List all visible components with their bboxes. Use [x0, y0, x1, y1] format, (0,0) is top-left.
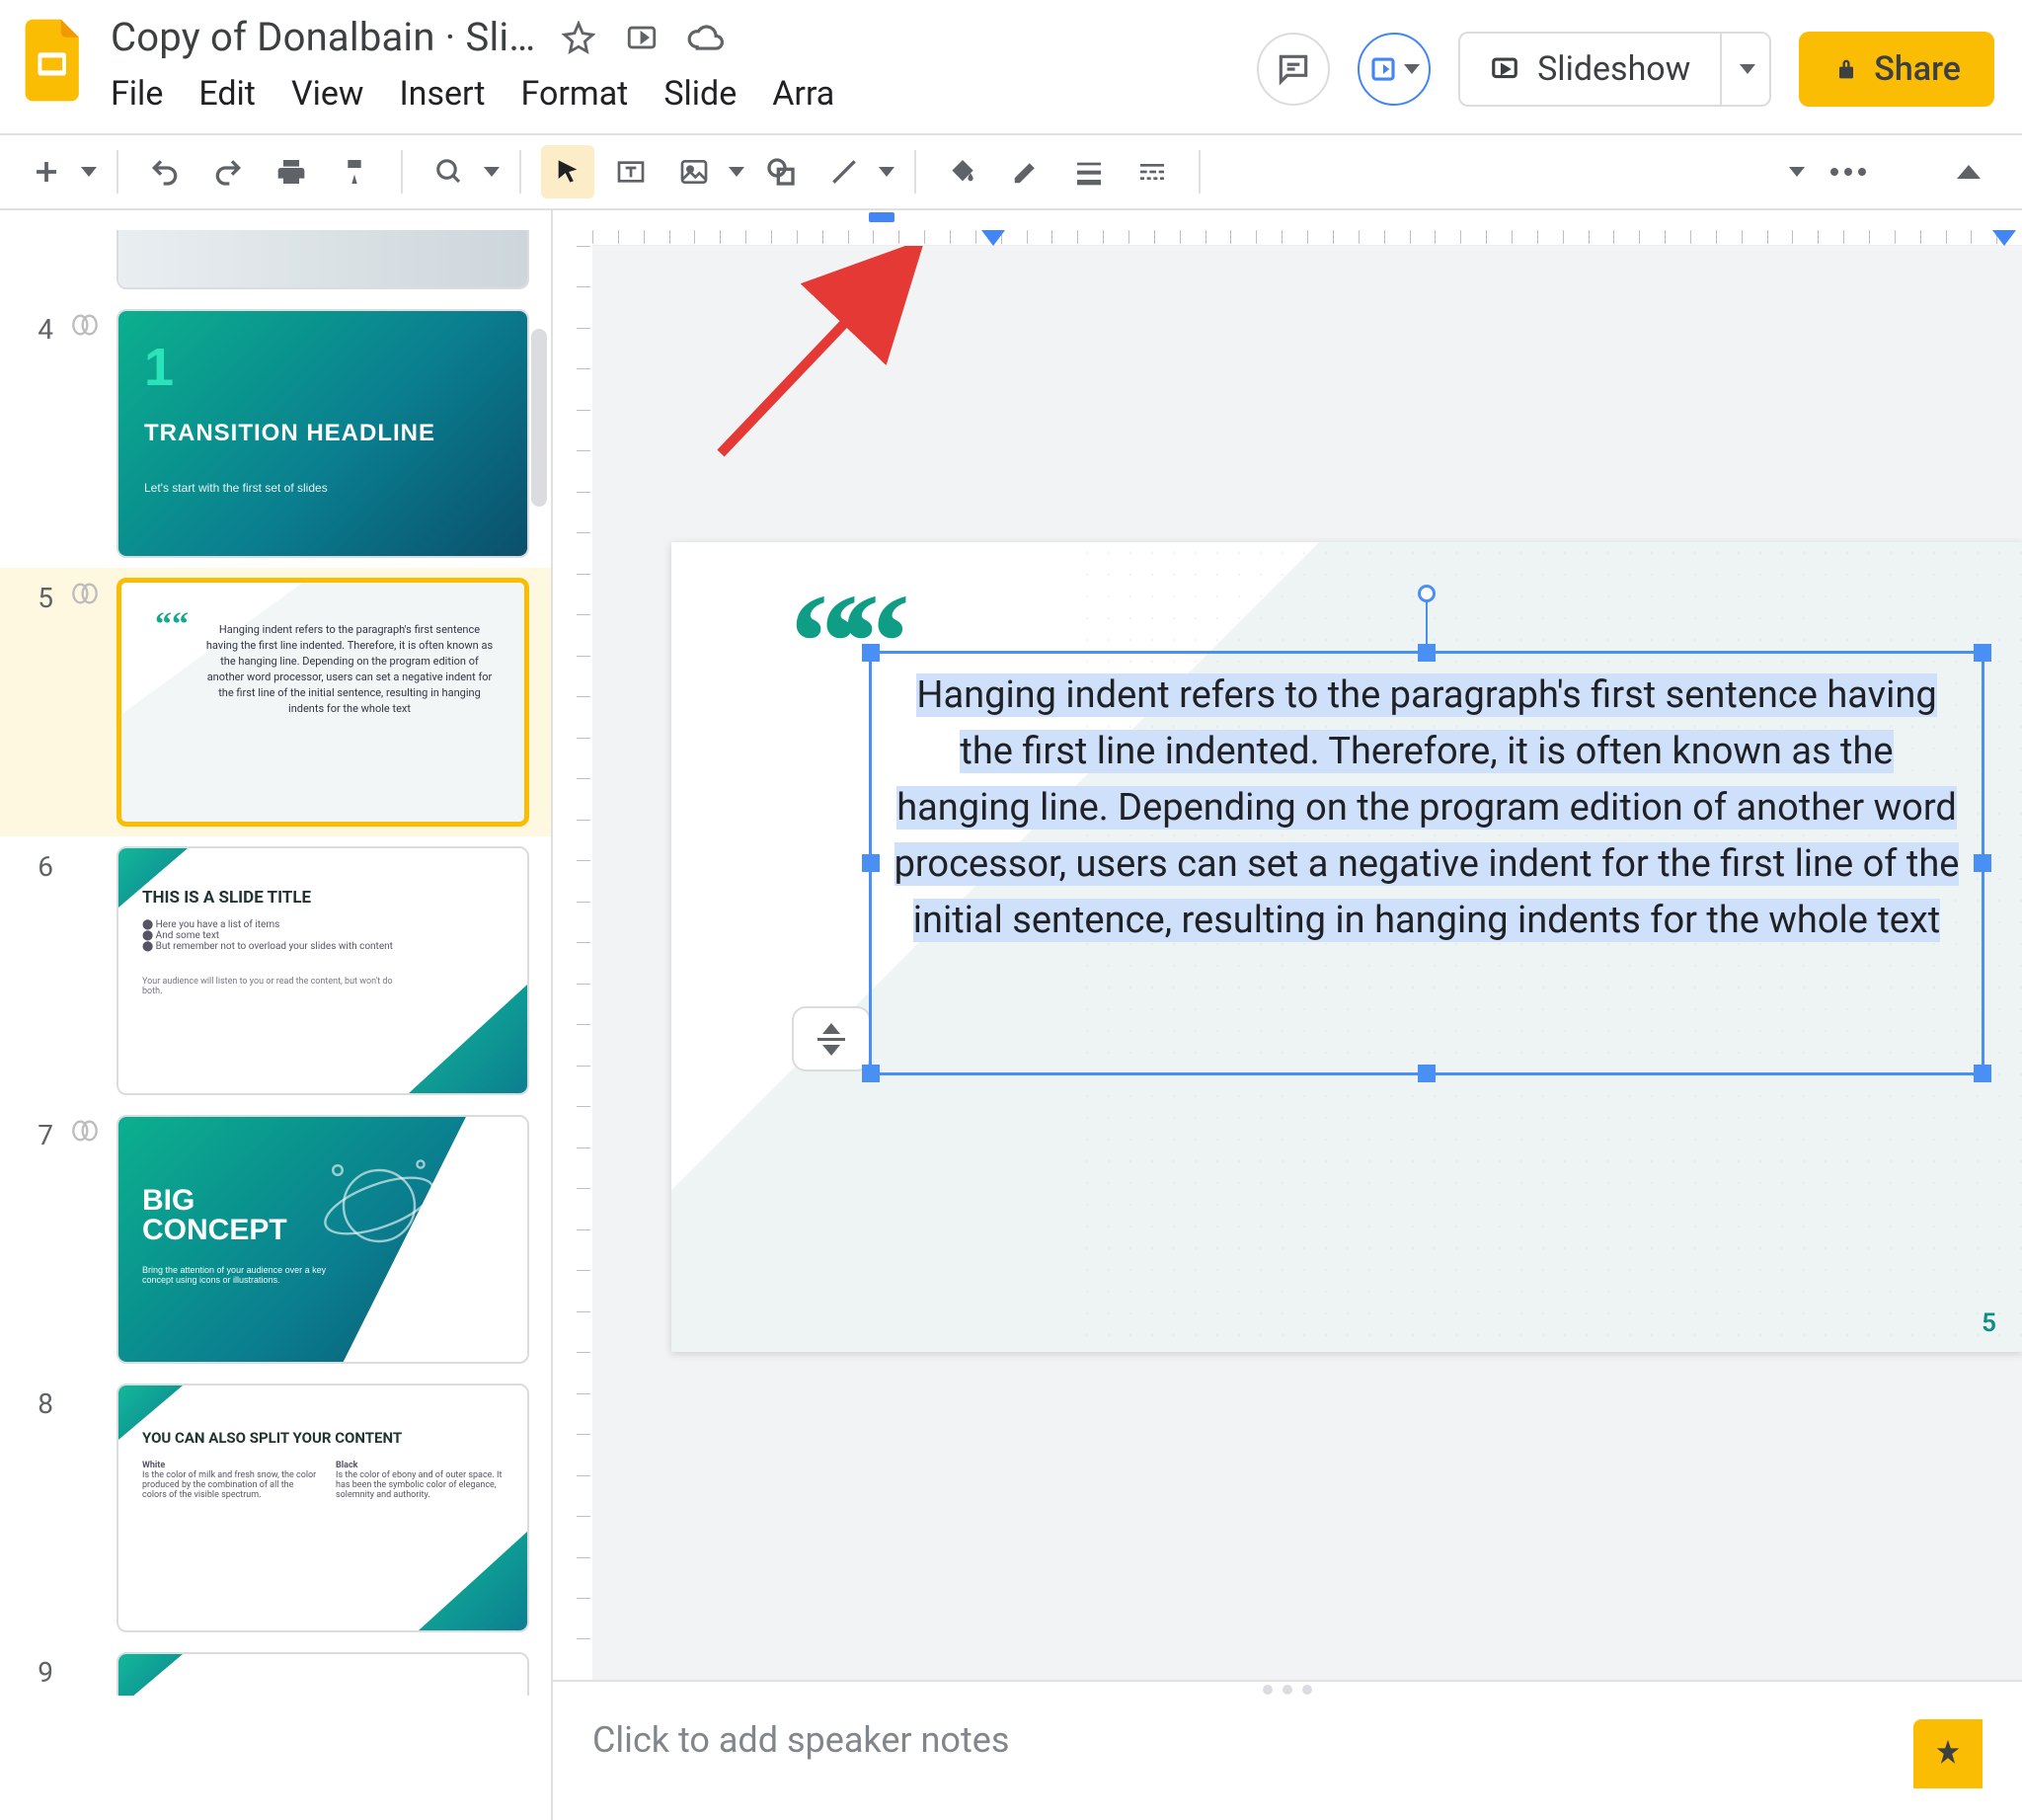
- menu-edit[interactable]: Edit: [198, 74, 256, 114]
- first-line-indent-marker[interactable]: [869, 212, 894, 222]
- rotate-handle[interactable]: [1418, 585, 1436, 602]
- right-indent-marker[interactable]: [1992, 226, 2016, 246]
- resize-handle[interactable]: [862, 644, 880, 662]
- slide-thumbnail-selected[interactable]: ““ Hanging indent refers to the paragrap…: [117, 578, 529, 827]
- menu-arrange[interactable]: Arra: [772, 74, 834, 114]
- line-tool[interactable]: [817, 145, 894, 198]
- image-tool[interactable]: [667, 145, 744, 198]
- zoom-button[interactable]: [423, 145, 500, 198]
- slide-page-number: 5: [1982, 1308, 1996, 1338]
- present-mode-button[interactable]: [1358, 33, 1431, 106]
- slide-thumbnail[interactable]: [117, 230, 529, 289]
- menubar: File Edit View Insert Format Slide Arra: [111, 74, 950, 114]
- share-label: Share: [1874, 49, 1961, 89]
- slides-app-icon[interactable]: [18, 14, 89, 107]
- thumb-number: 8: [22, 1384, 53, 1420]
- slideshow-button-group: Slideshow: [1458, 32, 1771, 107]
- resize-handle[interactable]: [1974, 644, 1991, 662]
- slideshow-dropdown[interactable]: [1720, 34, 1769, 105]
- horizontal-ruler[interactable]: [592, 210, 2022, 246]
- speaker-notes-placeholder[interactable]: Click to add speaker notes: [592, 1719, 1009, 1761]
- resize-handle[interactable]: [1418, 1065, 1436, 1082]
- menu-format[interactable]: Format: [521, 74, 629, 114]
- move-icon[interactable]: [622, 18, 661, 57]
- border-dash-button[interactable]: [1126, 145, 1179, 198]
- resize-handle[interactable]: [862, 1065, 880, 1082]
- menu-insert[interactable]: Insert: [399, 74, 485, 114]
- slideshow-label: Slideshow: [1537, 49, 1690, 89]
- toolbar-more-button[interactable]: [1830, 168, 1866, 176]
- shape-tool[interactable]: [754, 145, 808, 198]
- collapse-toolbar-button[interactable]: [1957, 165, 1981, 179]
- slide-thumbnail[interactable]: 1 TRANSITION HEADLINE Let's start with t…: [117, 309, 529, 558]
- speaker-notes[interactable]: Click to add speaker notes: [553, 1698, 2022, 1820]
- slide-thumbnail[interactable]: YOU CAN ALSO SPLIT YOUR CONTENT WhiteIs …: [117, 1384, 529, 1632]
- cloud-status-icon[interactable]: [685, 18, 725, 57]
- document-title[interactable]: Copy of Donalbain · Sli…: [111, 14, 535, 60]
- explore-button[interactable]: [1913, 1719, 1983, 1788]
- slide-thumbnail[interactable]: BIGCONCEPT Bring the attention of your a…: [117, 1115, 529, 1364]
- redo-button[interactable]: [201, 145, 255, 198]
- notes-resize-handle[interactable]: [553, 1680, 2022, 1698]
- resize-handle[interactable]: [862, 854, 880, 872]
- autofit-control[interactable]: [792, 1006, 871, 1071]
- thumb-number: 5: [22, 578, 53, 614]
- textbox-tool[interactable]: [604, 145, 658, 198]
- thumb-number: 6: [22, 846, 53, 883]
- menu-file[interactable]: File: [111, 74, 163, 114]
- undo-button[interactable]: [138, 145, 192, 198]
- border-color-button[interactable]: [999, 145, 1052, 198]
- transition-icon: [69, 309, 101, 337]
- menu-view[interactable]: View: [291, 74, 364, 114]
- resize-handle[interactable]: [1418, 644, 1436, 662]
- slideshow-button[interactable]: Slideshow: [1460, 34, 1720, 105]
- textbox-content[interactable]: Hanging indent refers to the paragraph's…: [892, 668, 1962, 1059]
- fill-color-button[interactable]: [936, 145, 989, 198]
- border-weight-button[interactable]: [1062, 145, 1116, 198]
- thumb-number: 7: [22, 1115, 53, 1151]
- annotation-arrow: [691, 246, 987, 483]
- slide-canvas[interactable]: ““ 5: [592, 246, 2022, 1680]
- transition-icon: [69, 1115, 101, 1143]
- filmstrip-scrollbar[interactable]: [531, 329, 547, 507]
- vertical-ruler[interactable]: [553, 246, 592, 1680]
- star-icon[interactable]: [559, 18, 598, 57]
- select-tool[interactable]: [541, 145, 594, 198]
- print-button[interactable]: [265, 145, 318, 198]
- slide-thumbnail[interactable]: THIS IS A SLIDE TITLE ⬤ Here you have a …: [117, 846, 529, 1095]
- paint-format-button[interactable]: [328, 145, 381, 198]
- toolbar: [0, 135, 2022, 208]
- comments-button[interactable]: [1257, 33, 1330, 106]
- titlebar: Copy of Donalbain · Sli… File Edit View …: [0, 0, 2022, 114]
- resize-handle[interactable]: [1974, 1065, 1991, 1082]
- menu-slide[interactable]: Slide: [663, 74, 737, 114]
- thumb-number: 9: [22, 1652, 53, 1689]
- share-button[interactable]: Share: [1799, 32, 1994, 107]
- toolbar-overflow-dropdown[interactable]: [1789, 167, 1805, 177]
- transition-icon: [69, 578, 101, 605]
- resize-handle[interactable]: [1974, 854, 1991, 872]
- slide-thumbnail[interactable]: [117, 1652, 529, 1696]
- slide[interactable]: ““ 5: [671, 542, 2022, 1352]
- selected-textbox[interactable]: Hanging indent refers to the paragraph's…: [869, 651, 1984, 1075]
- new-slide-button[interactable]: [20, 145, 97, 198]
- filmstrip[interactable]: 4 1 TRANSITION HEADLINE Let's start with…: [0, 210, 553, 1820]
- thumb-number: 4: [22, 309, 53, 346]
- left-indent-marker[interactable]: [981, 226, 1005, 246]
